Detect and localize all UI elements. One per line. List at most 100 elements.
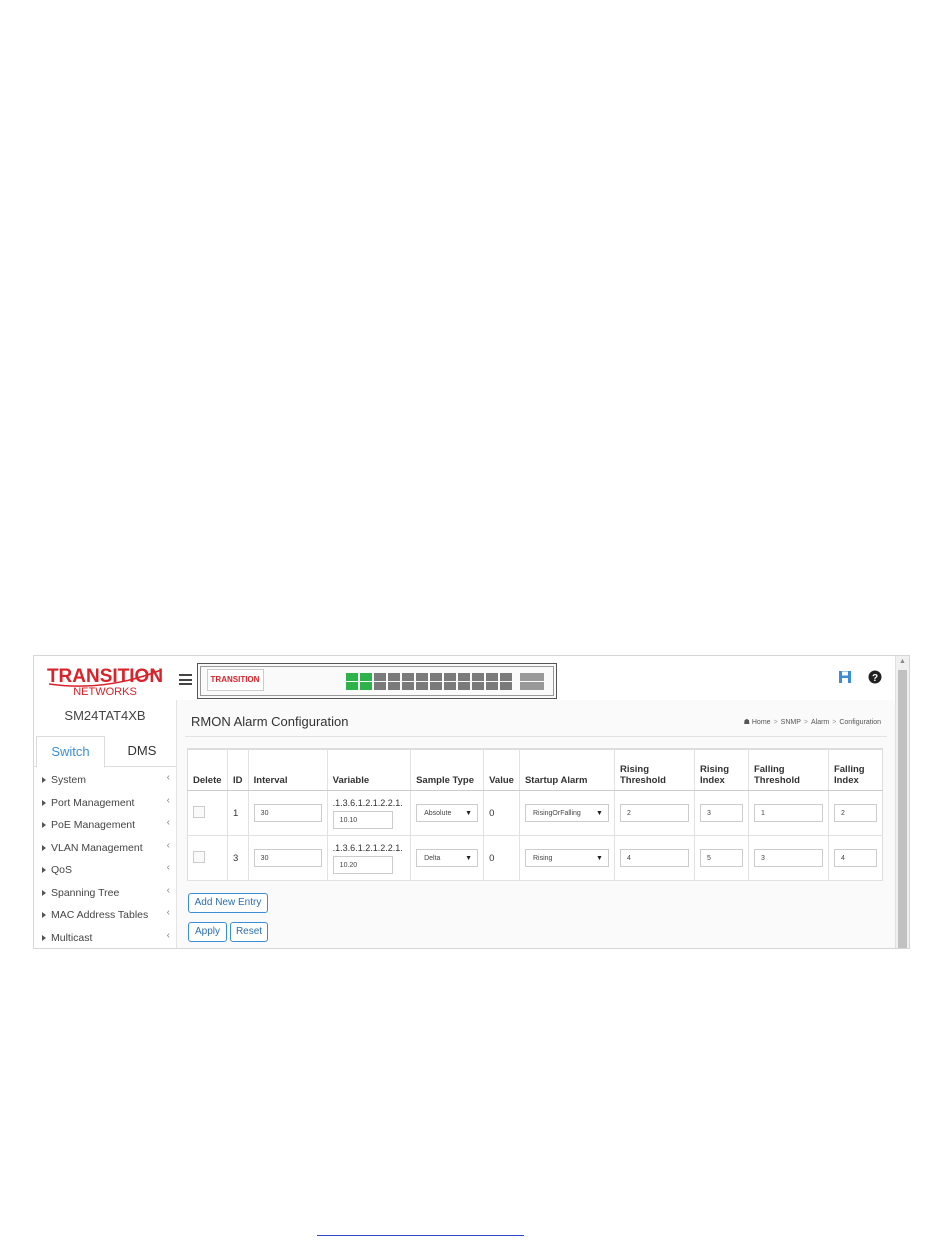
port-led	[458, 682, 470, 690]
falling-threshold-input[interactable]: 1	[753, 804, 823, 822]
port-led	[346, 682, 358, 690]
breadcrumb-home[interactable]: Home	[752, 719, 771, 726]
expand-caret-icon	[42, 934, 46, 941]
expand-caret-icon	[42, 799, 46, 806]
col-value: Value	[483, 748, 520, 791]
dropdown-caret-icon: ▼	[465, 855, 473, 862]
sidebar-item-mac-address-tables[interactable]: MAC Address Tables ‹	[34, 904, 176, 927]
value-cell: 0	[483, 835, 520, 881]
table-header-row: Delete ID Interval Variable Sample Type …	[186, 748, 884, 791]
falling-threshold-input[interactable]: 3	[753, 849, 823, 867]
col-variable: Variable	[327, 748, 412, 791]
sidebar-item-label: Multicast	[51, 931, 93, 944]
chevron-left-icon: ‹	[166, 862, 170, 873]
sidebar-item-port-management[interactable]: Port Management ‹	[34, 792, 176, 815]
scroll-up-arrow-icon[interactable]: ▲	[899, 658, 906, 665]
dropdown-caret-icon: ▼	[596, 810, 603, 817]
alarm-table: Delete ID Interval Variable Sample Type …	[186, 748, 884, 881]
reset-button[interactable]: Reset	[230, 922, 268, 942]
sidebar-menu: System ‹ Port Management ‹ PoE Management ‹…	[34, 769, 176, 949]
tab-switch[interactable]: Switch	[36, 736, 105, 768]
sidebar-item-label: PoE Management	[51, 819, 136, 831]
col-sample-type: Sample Type	[410, 748, 485, 791]
svg-text:?: ?	[872, 673, 878, 684]
dropdown-caret-icon: ▼	[596, 855, 603, 862]
delete-cell	[186, 835, 229, 881]
col-startup-alarm: Startup Alarm	[519, 748, 615, 791]
hamburger-menu-icon[interactable]	[179, 674, 192, 688]
delete-checkbox[interactable]	[193, 850, 205, 863]
port-led	[374, 682, 386, 690]
sidebar-item-poe-management[interactable]: PoE Management ‹	[34, 814, 176, 837]
sidebar-item-label: System	[51, 774, 87, 786]
col-falling-index: Falling Index	[828, 748, 884, 791]
save-icon[interactable]	[838, 670, 852, 687]
footer-link-underline[interactable]	[317, 1235, 524, 1236]
startup-alarm-select[interactable]: RisingOrFalling ▼	[524, 804, 609, 822]
sidebar-item-vlan-management[interactable]: VLAN Management ‹	[34, 837, 176, 860]
sfp-port	[520, 682, 544, 690]
port-led	[402, 682, 414, 690]
port-led	[500, 673, 512, 681]
app-window: TRANSITION NETWORKS SM24TAT4XB Switch DM…	[33, 655, 910, 949]
falling-index-input[interactable]: 4	[833, 849, 877, 867]
expand-caret-icon	[42, 889, 46, 896]
breadcrumb-snmp[interactable]: SNMP	[781, 719, 801, 726]
port-status-grid	[346, 673, 544, 690]
sidebar-item-label: QoS	[51, 864, 73, 876]
breadcrumb: ☗ Home > SNMP > Alarm > Configuration	[743, 719, 881, 726]
port-led	[486, 682, 498, 690]
vertical-scrollbar[interactable]: ▲	[895, 656, 909, 948]
sidebar-item-label: MAC Address Tables	[51, 909, 149, 921]
interval-input[interactable]: 30	[253, 849, 322, 867]
scrollbar-thumb[interactable]	[898, 670, 907, 948]
variable-input[interactable]: 10.20	[332, 855, 393, 874]
home-icon: ☗	[743, 719, 750, 726]
col-delete: Delete	[186, 748, 229, 791]
col-rising-threshold: Rising Threshold	[614, 748, 695, 791]
col-rising-index: Rising Index	[694, 748, 749, 791]
sample-type-select[interactable]: Delta ▼	[416, 849, 479, 867]
rising-index-input[interactable]: 3	[699, 804, 743, 822]
sidebar-item-system[interactable]: System ‹	[34, 769, 176, 792]
help-icon[interactable]: ?	[868, 670, 882, 687]
chevron-left-icon: ‹	[166, 884, 170, 896]
startup-alarm-select[interactable]: Rising ▼	[524, 849, 609, 867]
port-led	[374, 673, 386, 681]
sidebar-item-label: VLAN Management	[51, 841, 143, 854]
chevron-left-icon: ‹	[166, 907, 170, 918]
add-new-entry-button[interactable]: Add New Entry	[188, 893, 268, 913]
port-led	[346, 673, 358, 681]
page-title: RMON Alarm Configuration	[191, 714, 349, 729]
breadcrumb-alarm[interactable]: Alarm	[811, 719, 829, 726]
expand-caret-icon	[42, 777, 46, 783]
sample-type-select[interactable]: Absolute ▼	[416, 804, 479, 822]
port-led	[360, 682, 372, 690]
variable-input[interactable]: 10.10	[332, 810, 393, 829]
rising-threshold-input[interactable]: 4	[619, 849, 689, 867]
sidebar-tabs: Switch DMS	[34, 736, 176, 768]
tab-dms[interactable]: DMS	[108, 736, 176, 766]
port-led	[388, 682, 400, 690]
chevron-left-icon: ‹	[166, 817, 170, 828]
port-led	[472, 682, 484, 690]
rising-threshold-input[interactable]: 2	[619, 804, 689, 822]
dropdown-caret-icon: ▼	[465, 810, 473, 817]
sidebar-item-qos[interactable]: QoS ‹	[34, 859, 176, 882]
col-interval: Interval	[248, 748, 328, 791]
port-led	[486, 673, 498, 681]
port-led	[444, 682, 456, 690]
delete-checkbox[interactable]	[193, 805, 205, 818]
id-cell: 3	[227, 835, 249, 881]
falling-index-input[interactable]: 2	[833, 804, 877, 822]
port-led	[444, 673, 456, 681]
sidebar-item-spanning-tree[interactable]: Spanning Tree ‹	[34, 882, 176, 905]
rising-index-input[interactable]: 5	[699, 849, 743, 867]
expand-caret-icon	[42, 912, 46, 918]
interval-input[interactable]: 30	[253, 804, 322, 822]
port-led	[416, 682, 428, 690]
apply-button[interactable]: Apply	[188, 922, 227, 942]
main-content: RMON Alarm Configuration ☗ Home > SNMP > Ala…	[177, 700, 895, 948]
sidebar-item-multicast[interactable]: Multicast ‹	[34, 927, 176, 949]
brand-logo: TRANSITION NETWORKS	[47, 666, 163, 698]
